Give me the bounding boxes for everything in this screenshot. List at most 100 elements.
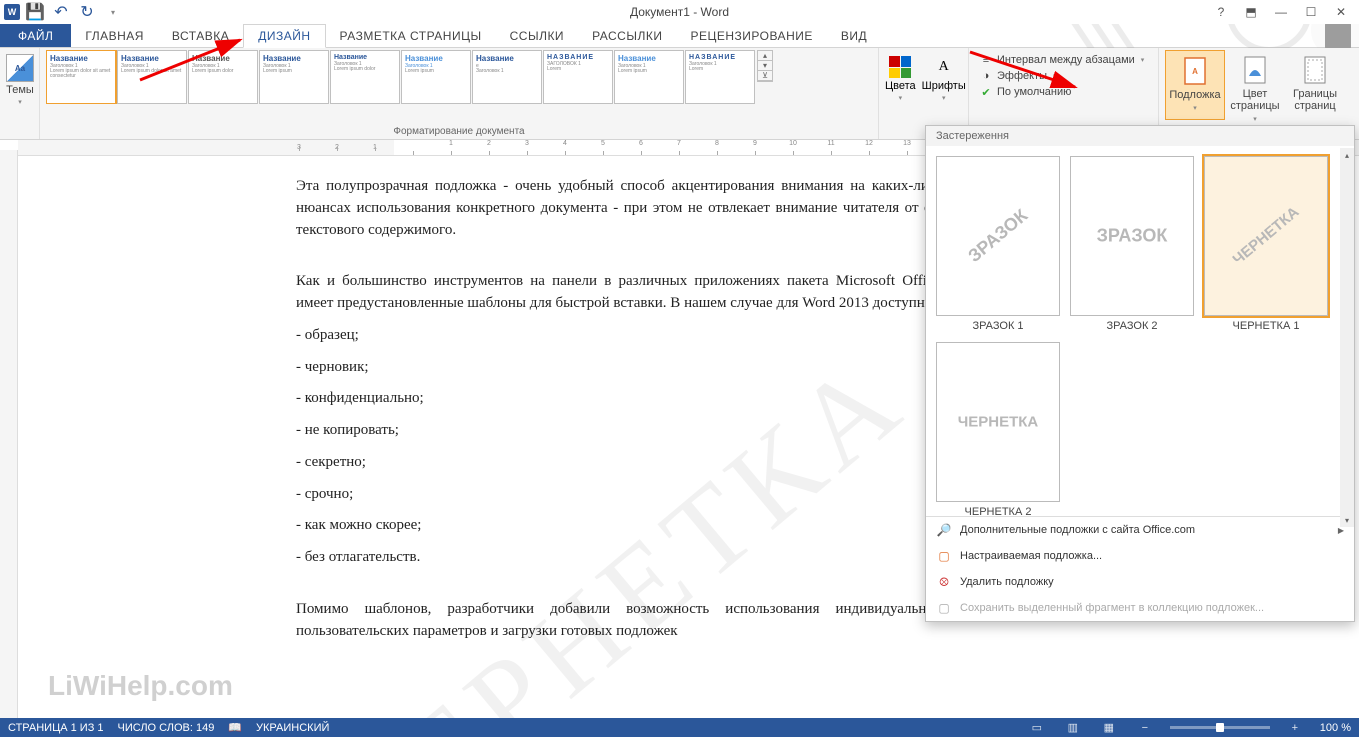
gallery-more[interactable]: ⊻ xyxy=(758,71,772,81)
watermark-gallery: ЗРАЗОК ЗРАЗОК 1 ЗРАЗОК ЗРАЗОК 2 ЧЕРНЕТКА… xyxy=(926,146,1354,516)
language-indicator[interactable]: УКРАИНСКИЙ xyxy=(256,722,329,734)
style-thumb[interactable]: НазваниеЗаголовок 1Lorem ipsum dolor xyxy=(188,50,258,104)
tab-view[interactable]: ВИД xyxy=(827,24,881,47)
more-watermarks-office[interactable]: 🔎Дополнительные подложки с сайта Office.… xyxy=(926,517,1354,543)
style-thumb[interactable]: НАЗВАНИЕЗаголовок 1Lorem xyxy=(543,50,613,104)
remove-icon: ⮾ xyxy=(936,574,952,590)
style-thumb[interactable]: НазваниеЗаголовок 1Lorem ipsum xyxy=(259,50,329,104)
style-thumb[interactable]: НазваниеЗаголовок 1Lorem ipsum xyxy=(401,50,471,104)
gallery-scroll: ▴ ▾ ⊻ xyxy=(757,50,773,82)
fonts-button[interactable]: A Шрифты ▾ xyxy=(922,56,966,102)
document-page[interactable]: ЧЕРНЕТКА Эта полупрозрачная подложка - о… xyxy=(280,156,960,718)
window-title: Документ1 - Word xyxy=(630,5,729,19)
page-indicator[interactable]: СТРАНИЦА 1 ИЗ 1 xyxy=(8,722,104,734)
ribbon-display-button[interactable]: ⬒ xyxy=(1237,2,1265,22)
page-icon: ▢ xyxy=(936,548,952,564)
colors-button[interactable]: Цвета ▾ xyxy=(885,56,916,102)
paragraph: Помимо шаблонов, разработчики добавили в… xyxy=(296,599,944,643)
undo-icon: ↶ xyxy=(54,2,67,22)
zoom-slider[interactable] xyxy=(1170,726,1270,729)
vertical-ruler[interactable] xyxy=(0,150,18,718)
gallery-down[interactable]: ▾ xyxy=(758,61,772,71)
tab-file[interactable]: ФАЙЛ xyxy=(0,24,71,47)
redo-button[interactable]: ↻ xyxy=(76,1,98,23)
style-thumb[interactable]: НазваниеЗаголовок 1Lorem ipsum dolor xyxy=(330,50,400,104)
user-avatar[interactable] xyxy=(1325,23,1351,49)
paragraph-spacing-button[interactable]: ≡Интервал между абзацами▾ xyxy=(975,52,1148,68)
save-watermark-selection: ▢Сохранить выделенный фрагмент в коллекц… xyxy=(926,595,1354,621)
page-color-button[interactable]: Цвет страницы ▾ xyxy=(1225,50,1285,130)
save-selection-icon: ▢ xyxy=(936,600,952,616)
office-icon: 🔎 xyxy=(936,522,952,538)
spacing-icon: ≡ xyxy=(979,53,993,67)
scroll-up[interactable]: ▴ xyxy=(1340,148,1354,162)
word-count[interactable]: ЧИСЛО СЛОВ: 149 xyxy=(118,722,215,734)
tab-design[interactable]: ДИЗАЙН xyxy=(243,24,325,48)
watermark-option[interactable]: ЧЕРНЕТКА ЧЕРНЕТКА 2 xyxy=(936,342,1060,516)
tab-references[interactable]: ССЫЛКИ xyxy=(496,24,578,47)
style-thumb[interactable]: НАЗВАНИЕЗаголовок 1Lorem xyxy=(685,50,755,104)
save-icon: 💾 xyxy=(25,2,45,22)
colors-icon xyxy=(889,56,911,78)
tab-review[interactable]: РЕЦЕНЗИРОВАНИЕ xyxy=(676,24,826,47)
undo-button[interactable]: ↶ xyxy=(50,1,72,23)
watermark-option[interactable]: ЧЕРНЕТКА ЧЕРНЕТКА 1 xyxy=(1204,156,1328,332)
page-borders-icon xyxy=(1299,54,1331,86)
list-item: - как можно скорее; xyxy=(296,515,944,537)
read-mode-button[interactable]: ▭ xyxy=(1026,720,1048,736)
page-borders-button[interactable]: Границы страниц xyxy=(1285,50,1345,116)
watermark-dropdown: Застереження ЗРАЗОК ЗРАЗОК 1 ЗРАЗОК ЗРАЗ… xyxy=(925,125,1355,622)
scroll-down[interactable]: ▾ xyxy=(1340,513,1354,527)
close-button[interactable]: ✕ xyxy=(1327,2,1355,22)
zoom-in-button[interactable]: + xyxy=(1284,720,1306,736)
site-watermark: LiWiHelp.com xyxy=(48,670,233,702)
maximize-button[interactable]: ☐ xyxy=(1297,2,1325,22)
status-bar: СТРАНИЦА 1 ИЗ 1 ЧИСЛО СЛОВ: 149 📖 УКРАИН… xyxy=(0,718,1359,737)
themes-button[interactable]: Aa Темы ▾ xyxy=(6,50,34,106)
list-item: - секретно; xyxy=(296,452,944,474)
zoom-level[interactable]: 100 % xyxy=(1320,722,1351,734)
style-thumb[interactable]: НазваниеЗаголовок 1Lorem ipsum dolor sit… xyxy=(117,50,187,104)
tab-home[interactable]: ГЛАВНАЯ xyxy=(71,24,158,47)
web-layout-button[interactable]: ▦ xyxy=(1098,720,1120,736)
list-item: - образец; xyxy=(296,325,944,347)
list-item: - без отлагательств. xyxy=(296,547,944,569)
dropdown-scrollbar[interactable]: ▴ ▾ xyxy=(1340,148,1354,527)
custom-watermark[interactable]: ▢Настраиваемая подложка... xyxy=(926,543,1354,569)
watermark-option[interactable]: ЗРАЗОК ЗРАЗОК 2 xyxy=(1070,156,1194,332)
fonts-icon: A xyxy=(933,56,955,78)
set-default-button[interactable]: ✔По умолчанию xyxy=(975,84,1075,100)
word-app-icon: W xyxy=(4,4,20,20)
list-item: - черновик; xyxy=(296,357,944,379)
watermark-option[interactable]: ЗРАЗОК ЗРАЗОК 1 xyxy=(936,156,1060,332)
paragraph: Как и большинство инструментов на панели… xyxy=(296,271,944,315)
help-button[interactable]: ? xyxy=(1207,2,1235,22)
document-formatting-gallery[interactable]: НазваниеЗаголовок 1Lorem ipsum dolor sit… xyxy=(46,50,755,104)
gallery-up[interactable]: ▴ xyxy=(758,51,772,61)
remove-watermark[interactable]: ⮾Удалить подложку xyxy=(926,569,1354,595)
watermark-button[interactable]: A Подложка ▾ xyxy=(1165,50,1225,120)
themes-icon: Aa xyxy=(6,54,34,82)
tab-layout[interactable]: РАЗМЕТКА СТРАНИЦЫ xyxy=(326,24,496,47)
style-thumb[interactable]: НазваниеЗаголовок 1Lorem ipsum dolor sit… xyxy=(46,50,116,104)
effects-button[interactable]: ◑Эффекты▾ xyxy=(975,68,1061,84)
print-layout-button[interactable]: ▥ xyxy=(1062,720,1084,736)
list-item: - не копировать; xyxy=(296,420,944,442)
style-thumb[interactable]: НазваниееЗаголовок 1 xyxy=(472,50,542,104)
save-button[interactable]: 💾 xyxy=(24,1,46,23)
zoom-out-button[interactable]: − xyxy=(1134,720,1156,736)
svg-text:A: A xyxy=(1192,67,1198,76)
qat-customize[interactable]: ▾ xyxy=(102,1,124,23)
paragraph: Эта полупрозрачная подложка - очень удоб… xyxy=(296,176,944,241)
spell-check-icon[interactable]: 📖 xyxy=(228,721,242,734)
ribbon-tabs: ФАЙЛ ГЛАВНАЯ ВСТАВКА ДИЗАЙН РАЗМЕТКА СТР… xyxy=(0,24,1359,48)
style-thumb[interactable]: НазваниеЗаголовок 1Lorem ipsum xyxy=(614,50,684,104)
tab-insert[interactable]: ВСТАВКА xyxy=(158,24,243,47)
tab-mailings[interactable]: РАССЫЛКИ xyxy=(578,24,676,47)
title-bar: W 💾 ↶ ↻ ▾ Документ1 - Word ? ⬒ — ☐ ✕ xyxy=(0,0,1359,24)
redo-icon: ↻ xyxy=(80,2,93,22)
dropdown-header: Застереження xyxy=(926,126,1354,146)
list-item: - срочно; xyxy=(296,484,944,506)
minimize-button[interactable]: — xyxy=(1267,2,1295,22)
watermark-icon: A xyxy=(1179,55,1211,87)
